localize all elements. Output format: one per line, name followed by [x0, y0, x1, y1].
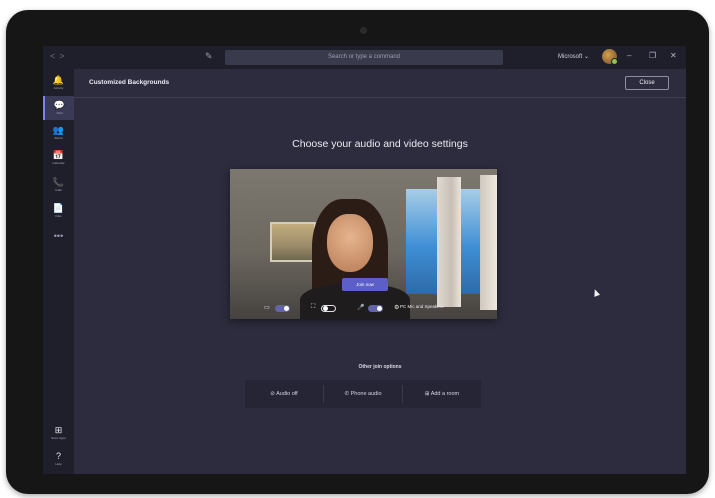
rail-item-calls[interactable]: 📞 Calls [43, 173, 74, 197]
mic-toggle[interactable] [368, 305, 383, 312]
phone-icon: 📞 [52, 177, 65, 187]
audio-off-option[interactable]: ⊘ Audio off [245, 380, 323, 408]
blur-toggle[interactable] [321, 305, 336, 312]
microphone-icon: 🎤 [357, 305, 365, 311]
join-now-button[interactable]: Join now [342, 278, 388, 291]
toggle-knob [323, 306, 328, 311]
close-button[interactable]: Close [625, 76, 669, 90]
rail-item-activity[interactable]: 🔔 Activity [43, 71, 74, 95]
maximize-icon[interactable]: ❐ [649, 51, 656, 60]
file-icon: 📄 [52, 203, 65, 213]
more-apps-icon[interactable]: ••• [43, 231, 74, 241]
help-icon: ? [55, 451, 61, 461]
prejoin-heading: Choose your audio and video settings [292, 138, 468, 150]
rail-item-help[interactable]: ? Help [43, 447, 74, 471]
rail-item-teams[interactable]: 👥 Teams [43, 121, 74, 145]
calendar-icon: 📅 [52, 150, 65, 160]
camera-toggle[interactable] [275, 305, 290, 312]
rail-label: Chat [56, 111, 63, 115]
rail-item-chat[interactable]: 💬 Chat [43, 96, 74, 120]
teams-icon: 👥 [52, 125, 65, 135]
tenant-switcher[interactable]: Microsoft ⌄ [558, 53, 589, 60]
rail-label: Files [55, 214, 62, 218]
phone-audio-option[interactable]: ✆ Phone audio [324, 380, 402, 408]
video-preview: Join now ▭ ⛶ 🎤 ⚙ PC Mic and Speakers [230, 169, 497, 319]
close-icon[interactable]: ✕ [670, 51, 677, 60]
rail-label: Teams [54, 136, 63, 140]
avatar[interactable] [602, 49, 618, 65]
mouse-cursor-icon [591, 288, 601, 297]
title-bar: <> ✎ Search or type a command Microsoft … [43, 46, 686, 69]
toggle-knob [377, 306, 382, 311]
device-camera [360, 27, 367, 34]
blur-background-icon: ⛶ [311, 304, 316, 310]
other-join-options-label: Other join options [358, 364, 402, 370]
other-join-options: ⊘ Audio off ✆ Phone audio ⊞ Add a room [245, 380, 481, 408]
settings-gear-icon[interactable]: ⚙ [394, 304, 399, 311]
rail-item-calendar[interactable]: 📅 Calendar [43, 146, 74, 170]
rail-label: Calendar [52, 161, 65, 165]
rail-label: Calls [55, 188, 62, 192]
rail-label: Help [55, 462, 62, 466]
presence-dot [611, 58, 618, 65]
app-rail: 🔔 Activity 💬 Chat 👥 Teams 📅 Calendar 📞 C… [43, 69, 74, 474]
wall-painting [270, 222, 316, 262]
rail-label: Activity [53, 86, 64, 90]
add-room-option[interactable]: ⊞ Add a room [403, 380, 481, 408]
rail-item-store-apps[interactable]: ⊞ Store Apps [43, 421, 74, 445]
page-title: Customized Backgrounds [89, 79, 170, 86]
search-input[interactable]: Search or type a command [225, 50, 503, 65]
teams-window: <> ✎ Search or type a command Microsoft … [43, 46, 686, 474]
rail-item-files[interactable]: 📄 Files [43, 199, 74, 223]
apps-icon: ⊞ [54, 425, 63, 435]
rail-label: Store Apps [51, 436, 66, 440]
camera-icon: ▭ [264, 305, 270, 311]
compose-icon[interactable]: ✎ [205, 51, 213, 62]
nav-arrows[interactable]: <> [50, 51, 69, 61]
back-icon[interactable]: < [50, 51, 59, 61]
bell-icon: 🔔 [52, 75, 65, 85]
device-settings-link[interactable]: PC Mic and Speakers [400, 304, 444, 309]
person-face [327, 214, 373, 272]
minimize-icon[interactable]: – [627, 51, 631, 60]
curtain [480, 175, 497, 310]
toggle-knob [284, 306, 289, 311]
chat-icon: 💬 [53, 100, 66, 110]
forward-icon[interactable]: > [59, 51, 68, 61]
curtain [437, 177, 461, 307]
meeting-header: Customized Backgrounds Close [74, 69, 686, 98]
